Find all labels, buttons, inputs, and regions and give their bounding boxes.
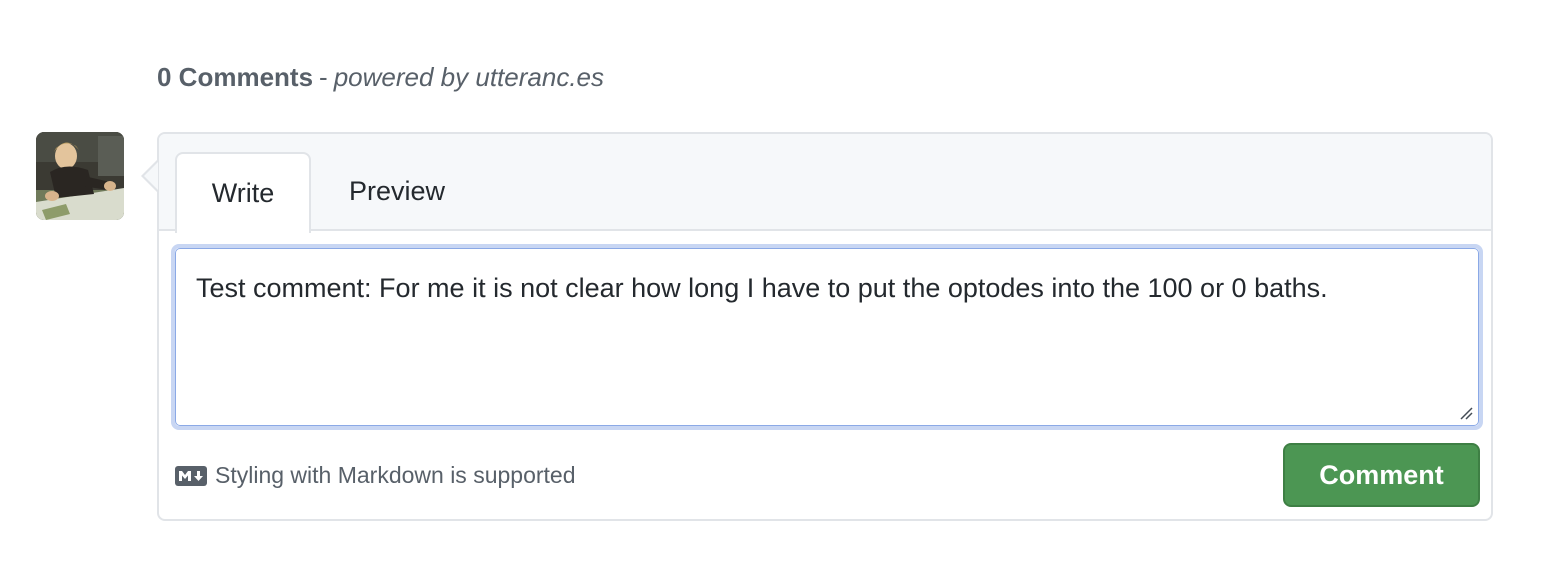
comment-editor: Test comment: For me it is not clear how… (171, 244, 1483, 430)
markdown-note[interactable]: Styling with Markdown is supported (175, 462, 576, 489)
comments-header: 0 Comments - powered by utteranc.es (157, 62, 604, 93)
tab-preview[interactable]: Preview (327, 152, 467, 231)
comment-textarea[interactable]: Test comment: For me it is not clear how… (175, 248, 1479, 426)
header-separator: - (319, 62, 328, 92)
resize-grip-icon[interactable] (1459, 406, 1473, 420)
utterances-link[interactable]: utteranc.es (475, 62, 604, 92)
user-photo-avatar-icon (36, 132, 124, 220)
avatar[interactable] (36, 132, 124, 220)
markdown-note-label: Styling with Markdown is supported (215, 462, 576, 488)
comment-form: Write Preview Test comment: For me it is… (157, 132, 1493, 521)
box-caret-fill (144, 162, 158, 190)
markdown-icon (175, 465, 207, 486)
tab-bar: Write Preview (159, 134, 1491, 233)
powered-by-label: powered by (333, 62, 469, 92)
comment-count: 0 Comments (157, 62, 314, 92)
tab-write[interactable]: Write (175, 152, 311, 233)
comment-button[interactable]: Comment (1283, 443, 1480, 507)
